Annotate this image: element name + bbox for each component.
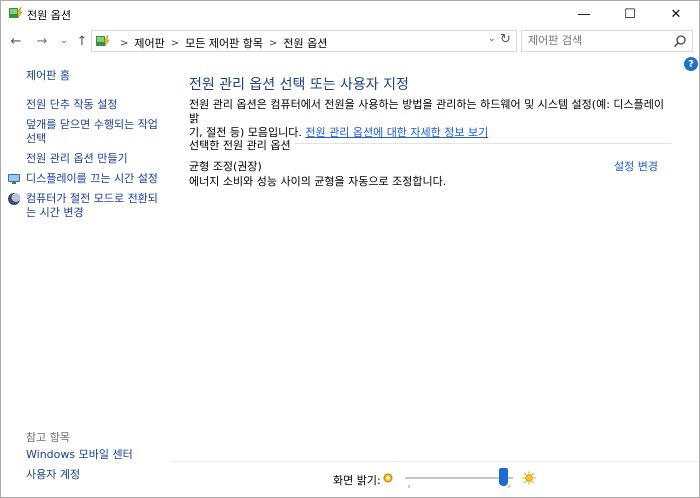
power-options-icon xyxy=(96,34,110,47)
user-accounts-link[interactable]: 사용자 계정 xyxy=(26,468,80,482)
chevron-down-icon: ⌄ xyxy=(60,36,68,46)
search-input[interactable] xyxy=(528,34,668,47)
brightness-slider-thumb[interactable] xyxy=(499,468,509,486)
control-panel-home-link[interactable]: 제어판 홈 xyxy=(26,69,70,83)
search-box[interactable] xyxy=(521,30,693,52)
brightness-slider-track[interactable] xyxy=(405,477,513,479)
forward-button[interactable]: → xyxy=(33,31,51,51)
address-dropdown-icon[interactable]: ⌄ xyxy=(488,34,496,44)
breadcrumb-separator[interactable]: > xyxy=(165,38,185,49)
back-button[interactable]: ← xyxy=(7,31,25,51)
breadcrumb-all-items[interactable]: 모든 제어판 항목 xyxy=(185,35,263,51)
breadcrumb-power-options[interactable]: 전원 옵션 xyxy=(283,35,327,51)
close-icon: ✕ xyxy=(670,6,682,22)
recent-locations-button[interactable]: ⌄ xyxy=(55,31,73,51)
display-icon xyxy=(8,174,20,184)
page-description: 전원 관리 옵션은 컴퓨터에서 전원을 사용하는 방법을 관리하는 하드웨어 및… xyxy=(189,98,677,140)
left-task-pane: 제어판 홈 전원 단추 작동 설정 덮개를 닫으면 수행되는 작업 선택 전원 … xyxy=(1,57,169,497)
see-also-heading: 참고 항목 xyxy=(26,431,70,444)
forward-arrow-icon: → xyxy=(36,33,48,49)
selected-plan-heading: 선택한 전원 관리 옵션 xyxy=(189,139,291,152)
brightness-label: 화면 밝기: xyxy=(333,474,381,487)
maximize-icon: ☐ xyxy=(624,6,636,22)
change-plan-settings-link[interactable]: 설정 변경 xyxy=(614,158,658,174)
breadcrumb: > 제어판 > 모든 제어판 항목 > 전원 옵션 xyxy=(114,35,327,51)
search-icon[interactable] xyxy=(673,34,687,48)
power-button-settings-link[interactable]: 전원 단추 작동 설정 xyxy=(26,98,117,112)
power-options-window: 전원 옵션 — ☐ ✕ ← → ⌄ ↑ > 제어판 > 모든 제어판 항목 > … xyxy=(0,0,700,498)
lid-close-action-link-cont[interactable]: 선택 xyxy=(26,132,46,146)
breadcrumb-separator[interactable]: > xyxy=(114,38,134,49)
plan-name: 균형 조정(권장) xyxy=(189,160,262,173)
close-button[interactable]: ✕ xyxy=(653,1,699,27)
more-info-link[interactable]: 전원 관리 옵션에 대한 자세한 정보 보기 xyxy=(305,126,488,139)
up-arrow-icon: ↑ xyxy=(76,33,88,49)
help-icon[interactable]: ? xyxy=(684,57,698,71)
address-bar[interactable]: > 제어판 > 모든 제어판 항목 > 전원 옵션 ⌄ ↻ xyxy=(91,30,517,52)
plan-description: 에너지 소비와 성능 사이의 균형을 자동으로 조정합니다. xyxy=(189,175,447,188)
page-title: 전원 관리 옵션 선택 또는 사용자 지정 xyxy=(189,77,409,93)
brightness-slider-ticks xyxy=(408,485,510,488)
navigation-bar: ← → ⌄ ↑ > 제어판 > 모든 제어판 항목 > 전원 옵션 ⌄ ↻ xyxy=(1,27,699,55)
sleep-time-link-cont[interactable]: 는 시간 변경 xyxy=(26,206,84,220)
window-title: 전원 옵션 xyxy=(27,9,71,22)
windows-mobility-center-link[interactable]: Windows 모바일 센터 xyxy=(26,448,133,462)
display-off-time-link[interactable]: 디스플레이를 끄는 시간 설정 xyxy=(26,172,158,186)
create-power-plan-link[interactable]: 전원 관리 옵션 만들기 xyxy=(26,152,128,166)
lid-close-action-link[interactable]: 덮개를 닫으면 수행되는 작업 xyxy=(26,118,158,132)
section-divider xyxy=(295,143,671,144)
up-button[interactable]: ↑ xyxy=(73,31,91,51)
description-text: 전원 관리 옵션은 컴퓨터에서 전원을 사용하는 방법을 관리하는 하드웨어 및… xyxy=(189,98,664,125)
maximize-button[interactable]: ☐ xyxy=(607,1,653,27)
back-arrow-icon: ← xyxy=(10,33,22,49)
sleep-moon-icon xyxy=(8,193,21,205)
bottom-divider xyxy=(171,461,699,462)
sleep-time-link[interactable]: 컴퓨터가 절전 모드로 전환되 xyxy=(26,192,158,206)
power-options-icon xyxy=(9,6,23,19)
brightness-high-icon xyxy=(522,471,536,485)
minimize-button[interactable]: — xyxy=(561,1,607,27)
brightness-low-icon xyxy=(383,473,393,483)
title-bar[interactable]: 전원 옵션 — ☐ ✕ xyxy=(1,1,699,27)
refresh-icon[interactable]: ↻ xyxy=(500,32,511,47)
breadcrumb-separator[interactable]: > xyxy=(263,38,283,49)
breadcrumb-control-panel[interactable]: 제어판 xyxy=(134,35,164,51)
minimize-icon: — xyxy=(577,6,591,22)
help-glyph: ? xyxy=(688,58,694,70)
